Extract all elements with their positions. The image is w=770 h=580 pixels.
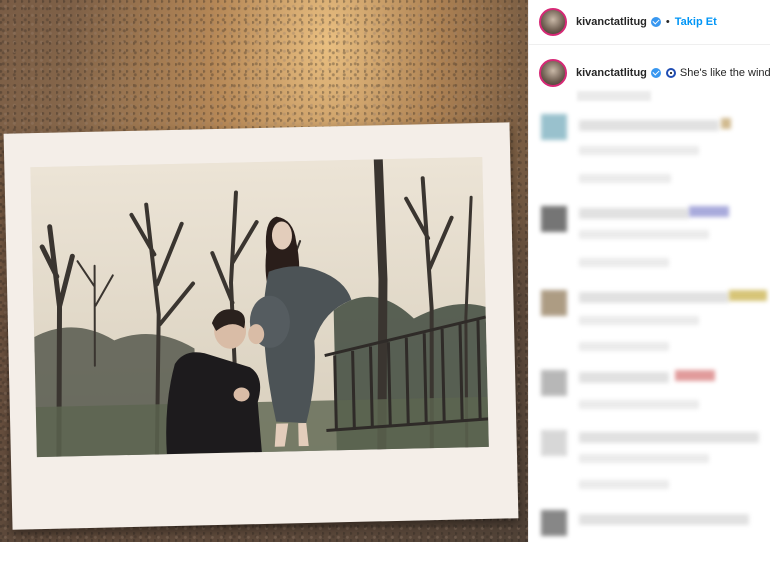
comment-text-blurred: [579, 120, 719, 131]
caption-avatar[interactable]: [539, 59, 567, 87]
post-sidebar: kivanctatlitug • Takip Et kivanctatlitug…: [528, 0, 770, 542]
comment-item: [539, 206, 769, 276]
comment-meta-blurred: [579, 400, 699, 409]
comment-meta-blurred: [579, 480, 669, 489]
author-username[interactable]: kivanctatlitug: [576, 16, 647, 28]
comment-item: [539, 114, 769, 184]
caption-text: She's like the wind: [679, 67, 770, 79]
caption-username[interactable]: kivanctatlitug: [576, 67, 647, 79]
comment-text-blurred: [579, 432, 759, 443]
post-header: kivanctatlitug • Takip Et: [529, 0, 770, 45]
comment-text-blurred: [579, 372, 669, 383]
comment-text-blurred: [579, 208, 689, 219]
polaroid-frame: [3, 122, 519, 530]
photo-scene: [30, 156, 489, 458]
comment-text-blurred: [579, 454, 709, 463]
nazar-evil-eye-icon: [665, 68, 676, 78]
comment-meta-blurred: [579, 258, 669, 267]
comment-item: [539, 290, 769, 360]
caption-verified-badge-icon: [650, 68, 661, 78]
comment-emoji-blurred: [721, 118, 731, 129]
comment-avatar[interactable]: [541, 206, 567, 232]
comment-item: [539, 430, 769, 500]
comment-text-blurred: [579, 292, 729, 303]
verified-badge-icon: [650, 17, 661, 27]
comment-item: [539, 510, 769, 580]
comment-text-blurred: [579, 146, 699, 155]
comment-avatar[interactable]: [541, 510, 567, 536]
post-photo[interactable]: [0, 0, 528, 542]
comment-avatar[interactable]: [541, 290, 567, 316]
header-separator: •: [665, 16, 670, 28]
comment-avatar[interactable]: [541, 114, 567, 140]
comment-meta-blurred: [579, 342, 669, 351]
comment-text-blurred: [579, 230, 709, 239]
comment-avatar[interactable]: [541, 370, 567, 396]
blurred-translation-link[interactable]: [577, 91, 651, 101]
comment-emoji-blurred: [675, 370, 715, 381]
comment-meta-blurred: [579, 174, 671, 183]
comment-emoji-blurred: [729, 290, 767, 301]
caption-row: kivanctatlitug She's like the wind: [529, 45, 770, 87]
polaroid-picture: [30, 156, 489, 458]
comment-emoji-blurred: [689, 206, 729, 217]
author-avatar[interactable]: [539, 8, 567, 36]
follow-button[interactable]: Takip Et: [675, 16, 717, 28]
comment-avatar[interactable]: [541, 430, 567, 456]
comment-text-blurred: [579, 316, 699, 325]
comment-text-blurred: [579, 514, 749, 525]
